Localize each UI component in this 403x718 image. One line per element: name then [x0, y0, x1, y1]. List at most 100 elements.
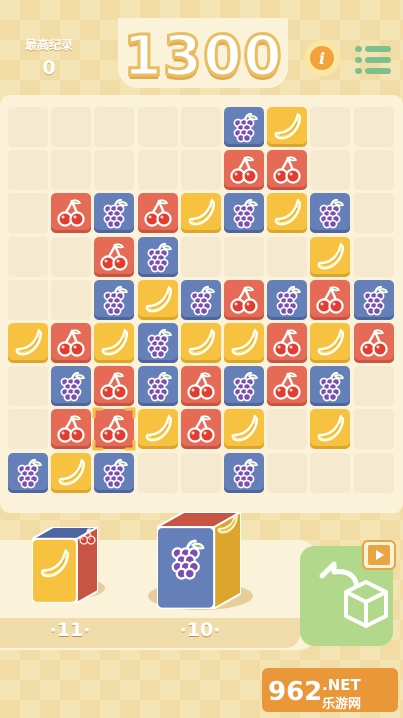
- grape-tile[interactable]: [137, 366, 178, 407]
- board-cell[interactable]: [310, 150, 351, 191]
- banana-tile[interactable]: [267, 107, 308, 147]
- game-board: [0, 95, 403, 513]
- cherry-tile[interactable]: [51, 193, 92, 234]
- board-cell[interactable]: [180, 107, 221, 147]
- board-cell[interactable]: [8, 150, 48, 191]
- grape-tile[interactable]: [353, 279, 394, 320]
- current-score: 1300: [122, 23, 284, 91]
- banana-tile[interactable]: [137, 409, 178, 450]
- grape-tile[interactable]: [224, 193, 264, 234]
- board-cell[interactable]: [137, 150, 178, 191]
- board-cell[interactable]: [8, 366, 48, 407]
- banana-tile[interactable]: [51, 452, 92, 493]
- cherry-tile[interactable]: [94, 236, 135, 277]
- best-score: 最高纪录 0: [14, 36, 84, 79]
- board-cell[interactable]: [180, 452, 221, 493]
- board-cell[interactable]: [94, 107, 135, 147]
- banana-tile[interactable]: [180, 193, 221, 234]
- piece-cube-small[interactable]: [32, 527, 98, 603]
- cherry-tile[interactable]: [137, 193, 178, 234]
- cherry-tile[interactable]: [51, 409, 92, 450]
- grape-tile[interactable]: [94, 452, 135, 493]
- board-cell[interactable]: [51, 107, 92, 147]
- cherry-tile[interactable]: [267, 323, 308, 363]
- cherry-tile[interactable]: [224, 279, 264, 320]
- banana-tile[interactable]: [8, 323, 48, 363]
- board-cell[interactable]: [180, 236, 221, 277]
- cherry-tile[interactable]: [94, 409, 135, 450]
- board-cell[interactable]: [8, 107, 48, 147]
- grape-tile[interactable]: [180, 279, 221, 320]
- lightbulb-info-icon: i: [310, 46, 334, 70]
- best-score-label: 最高纪录: [24, 38, 73, 52]
- board-cell[interactable]: [267, 452, 308, 493]
- banana-tile[interactable]: [310, 323, 351, 363]
- board-cell[interactable]: [310, 107, 351, 147]
- board-cell[interactable]: [180, 150, 221, 191]
- banana-tile[interactable]: [267, 193, 308, 234]
- cherry-tile[interactable]: [353, 323, 394, 363]
- board-cell[interactable]: [8, 236, 48, 277]
- board-cell[interactable]: [51, 236, 92, 277]
- board-cell[interactable]: [94, 150, 135, 191]
- watermark-site: 962: [268, 677, 322, 707]
- board-cell[interactable]: [8, 279, 48, 320]
- board-cell[interactable]: [51, 150, 92, 191]
- cherry-tile[interactable]: [267, 150, 308, 191]
- board-cell[interactable]: [353, 409, 394, 450]
- board-cell[interactable]: [137, 107, 178, 147]
- grape-tile[interactable]: [310, 366, 351, 407]
- cherry-tile[interactable]: [180, 366, 221, 407]
- board-cell[interactable]: [353, 150, 394, 191]
- banana-tile[interactable]: [310, 236, 351, 277]
- watermark-name: 乐游网: [322, 696, 361, 712]
- cherry-tile[interactable]: [51, 323, 92, 363]
- watermark-suffix: .NET: [322, 676, 361, 694]
- menu-button[interactable]: [355, 44, 393, 76]
- best-score-value: 0: [42, 57, 56, 79]
- grape-tile[interactable]: [8, 452, 48, 493]
- board-cell[interactable]: [353, 452, 394, 493]
- board-cell[interactable]: [353, 107, 394, 147]
- board-cell[interactable]: [137, 452, 178, 493]
- cherry-tile[interactable]: [94, 366, 135, 407]
- banana-tile[interactable]: [94, 323, 135, 363]
- cherry-tile[interactable]: [180, 409, 221, 450]
- hint-button[interactable]: i: [304, 40, 340, 76]
- board-cell[interactable]: [8, 193, 48, 234]
- piece-count-large: ·10·: [179, 619, 221, 641]
- video-ad-icon[interactable]: [362, 540, 396, 570]
- grape-tile[interactable]: [310, 193, 351, 234]
- board-cell[interactable]: [353, 236, 394, 277]
- cherry-tile[interactable]: [224, 150, 264, 191]
- grape-tile[interactable]: [137, 323, 178, 363]
- board-cell[interactable]: [267, 236, 308, 277]
- board-cell[interactable]: [8, 409, 48, 450]
- grape-tile[interactable]: [267, 279, 308, 320]
- score-panel: 1300: [118, 18, 288, 91]
- grape-tile[interactable]: [224, 107, 264, 147]
- grape-tile[interactable]: [224, 452, 264, 493]
- banana-tile[interactable]: [180, 323, 221, 363]
- banana-tile[interactable]: [310, 409, 351, 450]
- grape-tile[interactable]: [51, 366, 92, 407]
- banana-tile[interactable]: [224, 409, 264, 450]
- grape-tile[interactable]: [137, 236, 178, 277]
- piece-cube-large[interactable]: [157, 512, 241, 609]
- grape-tile[interactable]: [94, 279, 135, 320]
- board-cell[interactable]: [51, 279, 92, 320]
- header: 最高纪录 0 1300 i: [0, 0, 403, 95]
- cherry-tile[interactable]: [310, 279, 351, 320]
- grape-tile[interactable]: [224, 366, 264, 407]
- banana-tile[interactable]: [137, 279, 178, 320]
- grape-tile[interactable]: [94, 193, 135, 234]
- board-cell[interactable]: [224, 236, 264, 277]
- board-cell[interactable]: [267, 409, 308, 450]
- site-watermark: 962 .NET 乐游网: [262, 666, 400, 714]
- board-cell[interactable]: [310, 452, 351, 493]
- piece-count-small: ·11·: [49, 619, 91, 641]
- board-cell[interactable]: [353, 366, 394, 407]
- board-cell[interactable]: [353, 193, 394, 234]
- banana-tile[interactable]: [224, 323, 264, 363]
- cherry-tile[interactable]: [267, 366, 308, 407]
